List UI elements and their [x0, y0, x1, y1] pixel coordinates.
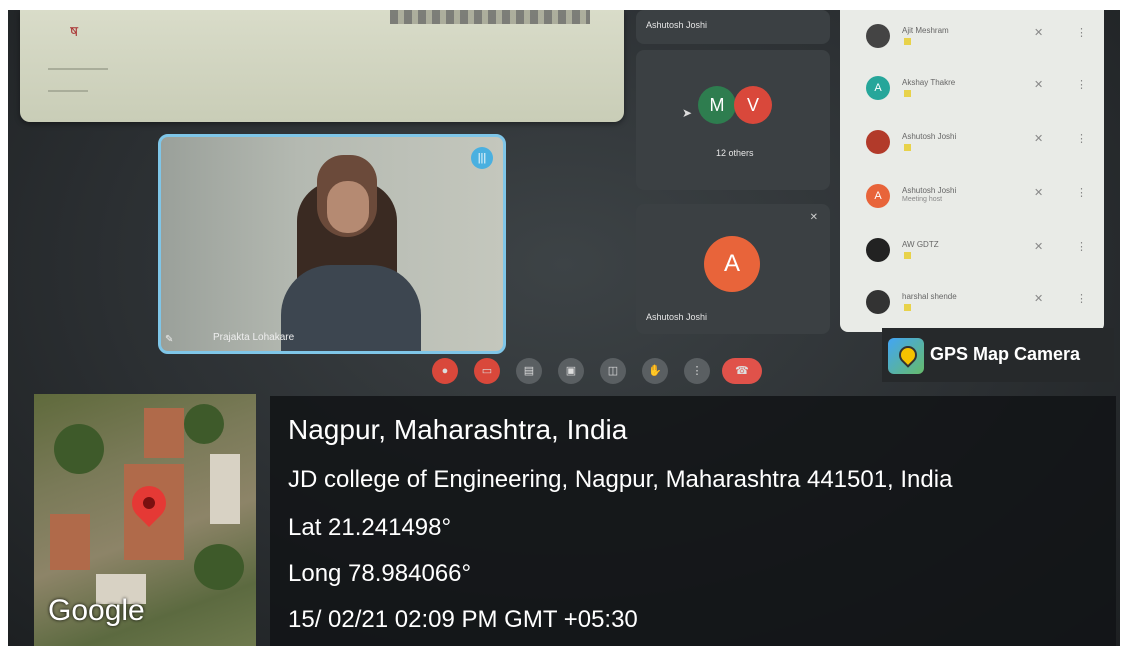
- document-text-strip: [390, 10, 590, 24]
- participant-tag: [904, 144, 911, 151]
- participant-name: Akshay Thakre: [902, 78, 956, 87]
- screen-share-icon[interactable]: ◫: [600, 358, 626, 384]
- mic-toggle-icon[interactable]: ●: [432, 358, 458, 384]
- participant-name: Ajit Meshram: [902, 26, 949, 35]
- gps-map-camera-icon: [888, 338, 924, 374]
- map-tree: [194, 544, 244, 590]
- location-latitude: Lat 21.241498°: [288, 514, 452, 541]
- tile-name: Ashutosh Joshi: [646, 20, 708, 30]
- meeting-controls: ● ▭ ▤ ▣ ◫ ✋ ⋮ ☎: [432, 358, 772, 388]
- mic-off-icon[interactable]: ✕: [1034, 26, 1043, 39]
- participant-name: Ashutosh Joshi: [902, 186, 957, 195]
- participant-avatar: [866, 238, 890, 262]
- tile-name: Ashutosh Joshi: [646, 312, 708, 322]
- participant-tile-top[interactable]: Ashutosh Joshi: [636, 10, 830, 44]
- raise-hand-icon[interactable]: ✋: [642, 358, 668, 384]
- more-options-icon[interactable]: ⋮: [1076, 132, 1087, 145]
- camera-toggle-icon[interactable]: ▭: [474, 358, 500, 384]
- participant-tag: [904, 38, 911, 45]
- participant-role: Meeting host: [902, 196, 943, 203]
- participant-row[interactable]: Ajit Meshram ✕ ⋮: [840, 14, 1104, 64]
- speaker-tile[interactable]: A Ashutosh Joshi ✕: [636, 204, 830, 334]
- map-building: [210, 454, 240, 524]
- mic-off-icon[interactable]: ✕: [1034, 186, 1043, 199]
- participant-avatar: [866, 24, 890, 48]
- participant-tag: [904, 90, 911, 97]
- map-provider-label: Google: [48, 594, 145, 627]
- avatar-a: A: [704, 236, 760, 292]
- location-datetime: 15/ 02/21 02:09 PM GMT +05:30: [288, 606, 638, 633]
- others-count: 12 others: [716, 148, 754, 158]
- location-info-panel: Nagpur, Maharashtra, India JD college of…: [270, 396, 1116, 646]
- more-options-icon[interactable]: ⋮: [1076, 78, 1087, 91]
- mic-off-icon[interactable]: ✕: [1034, 132, 1043, 145]
- location-city: Nagpur, Maharashtra, India: [288, 414, 628, 445]
- more-options-icon[interactable]: ⋮: [1076, 240, 1087, 253]
- document-line: [48, 68, 108, 70]
- participant-avatar: [866, 290, 890, 314]
- pin-icon[interactable]: ✎: [165, 334, 173, 345]
- participant-avatar: [866, 130, 890, 154]
- avatar-m: M: [698, 86, 736, 124]
- participant-name: AW GDTZ: [902, 240, 939, 249]
- location-address: JD college of Engineering, Nagpur, Mahar…: [288, 466, 953, 493]
- gps-app-label: GPS Map Camera: [930, 344, 1081, 364]
- self-video-tile[interactable]: ||| ✎ Prajakta Lohakare: [158, 134, 506, 354]
- cursor-icon: ➤: [682, 106, 693, 120]
- mic-off-icon[interactable]: ✕: [1034, 292, 1043, 305]
- participant-name: harshal shende: [902, 292, 957, 301]
- captions-icon[interactable]: ▤: [516, 358, 542, 384]
- mic-off-icon: ✕: [809, 212, 818, 223]
- satellite-map: Google: [34, 394, 256, 646]
- more-options-icon[interactable]: ⋮: [1076, 26, 1087, 39]
- face: [327, 181, 369, 233]
- participants-panel: Ajit Meshram ✕ ⋮ A Akshay Thakre ✕ ⋮ Ash…: [840, 10, 1104, 332]
- participant-row[interactable]: AW GDTZ ✕ ⋮: [840, 228, 1104, 278]
- mic-off-icon[interactable]: ✕: [1034, 240, 1043, 253]
- participant-row[interactable]: A Akshay Thakre ✕ ⋮: [840, 66, 1104, 116]
- participant-avatar: A: [866, 184, 890, 208]
- participant-name: Ashutosh Joshi: [902, 132, 957, 141]
- participant-row[interactable]: Ashutosh Joshi ✕ ⋮: [840, 120, 1104, 170]
- gps-app-badge: GPS Map Camera: [882, 328, 1114, 382]
- map-tree: [54, 424, 104, 474]
- more-options-icon[interactable]: ⋮: [684, 358, 710, 384]
- group-tile[interactable]: M V 12 others ➤: [636, 50, 830, 190]
- end-call-icon[interactable]: ☎: [722, 358, 762, 384]
- participant-tag: [904, 304, 911, 311]
- participant-row[interactable]: harshal shende ✕ ⋮: [840, 280, 1104, 330]
- photo: ष Ashutosh Joshi M V 12 others ➤ A Ashut…: [8, 10, 1120, 646]
- map-building: [50, 514, 90, 570]
- present-icon[interactable]: ▣: [558, 358, 584, 384]
- location-longitude: Long 78.984066°: [288, 560, 472, 587]
- avatar-v: V: [734, 86, 772, 124]
- more-options-icon[interactable]: ⋮: [1076, 292, 1087, 305]
- self-tile-name: Prajakta Lohakare: [213, 332, 295, 343]
- map-building: [144, 408, 184, 458]
- video-person: [271, 145, 421, 351]
- document-logo: ष: [70, 24, 79, 40]
- more-options-icon[interactable]: ⋮: [1076, 186, 1087, 199]
- speaking-indicator-icon: |||: [471, 147, 493, 169]
- shared-document: ष: [20, 10, 624, 122]
- document-line: [48, 90, 88, 92]
- mic-off-icon[interactable]: ✕: [1034, 78, 1043, 91]
- participant-row[interactable]: A Ashutosh Joshi Meeting host ✕ ⋮: [840, 174, 1104, 224]
- torso: [281, 265, 421, 351]
- participant-tag: [904, 252, 911, 259]
- participant-avatar: A: [866, 76, 890, 100]
- map-tree: [184, 404, 224, 444]
